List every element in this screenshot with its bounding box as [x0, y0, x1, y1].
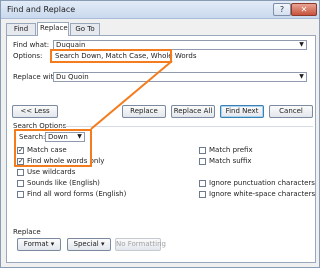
format-button[interactable]: Format ▾ [17, 238, 61, 251]
ignore-punctuation-label: Ignore punctuation characters [209, 179, 315, 187]
search-options-highlight [14, 129, 92, 167]
replace-with-value: Du Quoin [56, 73, 89, 81]
sounds-like-checkbox[interactable]: Sounds like (English) [17, 179, 100, 187]
match-suffix-checkbox[interactable]: Match suffix [199, 157, 252, 165]
word-forms-checkbox[interactable]: Find all word forms (English) [17, 190, 126, 198]
ignore-whitespace-label: Ignore white-space characters [209, 190, 316, 198]
close-button[interactable]: ✕ [291, 3, 317, 16]
word-forms-label: Find all word forms (English) [27, 190, 127, 198]
replace-section-heading: Replace [13, 228, 41, 236]
options-label: Options: [13, 52, 43, 60]
match-suffix-label: Match suffix [209, 157, 252, 165]
chevron-down-icon[interactable]: ▼ [298, 74, 305, 80]
cancel-button[interactable]: Cancel [269, 105, 313, 118]
find-next-button[interactable]: Find Next [220, 105, 264, 118]
find-what-label: Find what: [13, 41, 50, 49]
find-what-value: Duquain [56, 41, 86, 49]
replace-with-input[interactable]: Du Quoin ▼ [53, 72, 307, 82]
help-button[interactable]: ? [273, 3, 291, 16]
tab-go-to[interactable]: Go To [70, 23, 100, 35]
options-highlight [50, 49, 172, 63]
sounds-like-label: Sounds like (English) [27, 179, 100, 187]
title-bar[interactable]: Find and Replace ? ✕ [1, 1, 319, 19]
tab-find[interactable]: Find [6, 23, 36, 35]
match-prefix-label: Match prefix [209, 146, 253, 154]
ignore-punctuation-checkbox[interactable]: Ignore punctuation characters [199, 179, 315, 187]
ignore-whitespace-checkbox[interactable]: Ignore white-space characters [199, 190, 315, 198]
tab-replace[interactable]: Replace [37, 22, 69, 36]
section-divider [61, 126, 313, 127]
window-title: Find and Replace [7, 5, 76, 14]
replace-all-button[interactable]: Replace All [171, 105, 215, 118]
wildcards-label: Use wildcards [27, 168, 76, 176]
special-button[interactable]: Special ▾ [67, 238, 111, 251]
find-replace-dialog: Find and Replace ? ✕ Find Replace Go To … [0, 0, 320, 268]
wildcards-checkbox[interactable]: Use wildcards [17, 168, 75, 176]
chevron-down-icon[interactable]: ▼ [298, 42, 305, 48]
less-button[interactable]: << Less [12, 105, 58, 118]
match-prefix-checkbox[interactable]: Match prefix [199, 146, 253, 154]
replace-button[interactable]: Replace [122, 105, 166, 118]
no-formatting-button[interactable]: No Formatting [115, 238, 166, 251]
